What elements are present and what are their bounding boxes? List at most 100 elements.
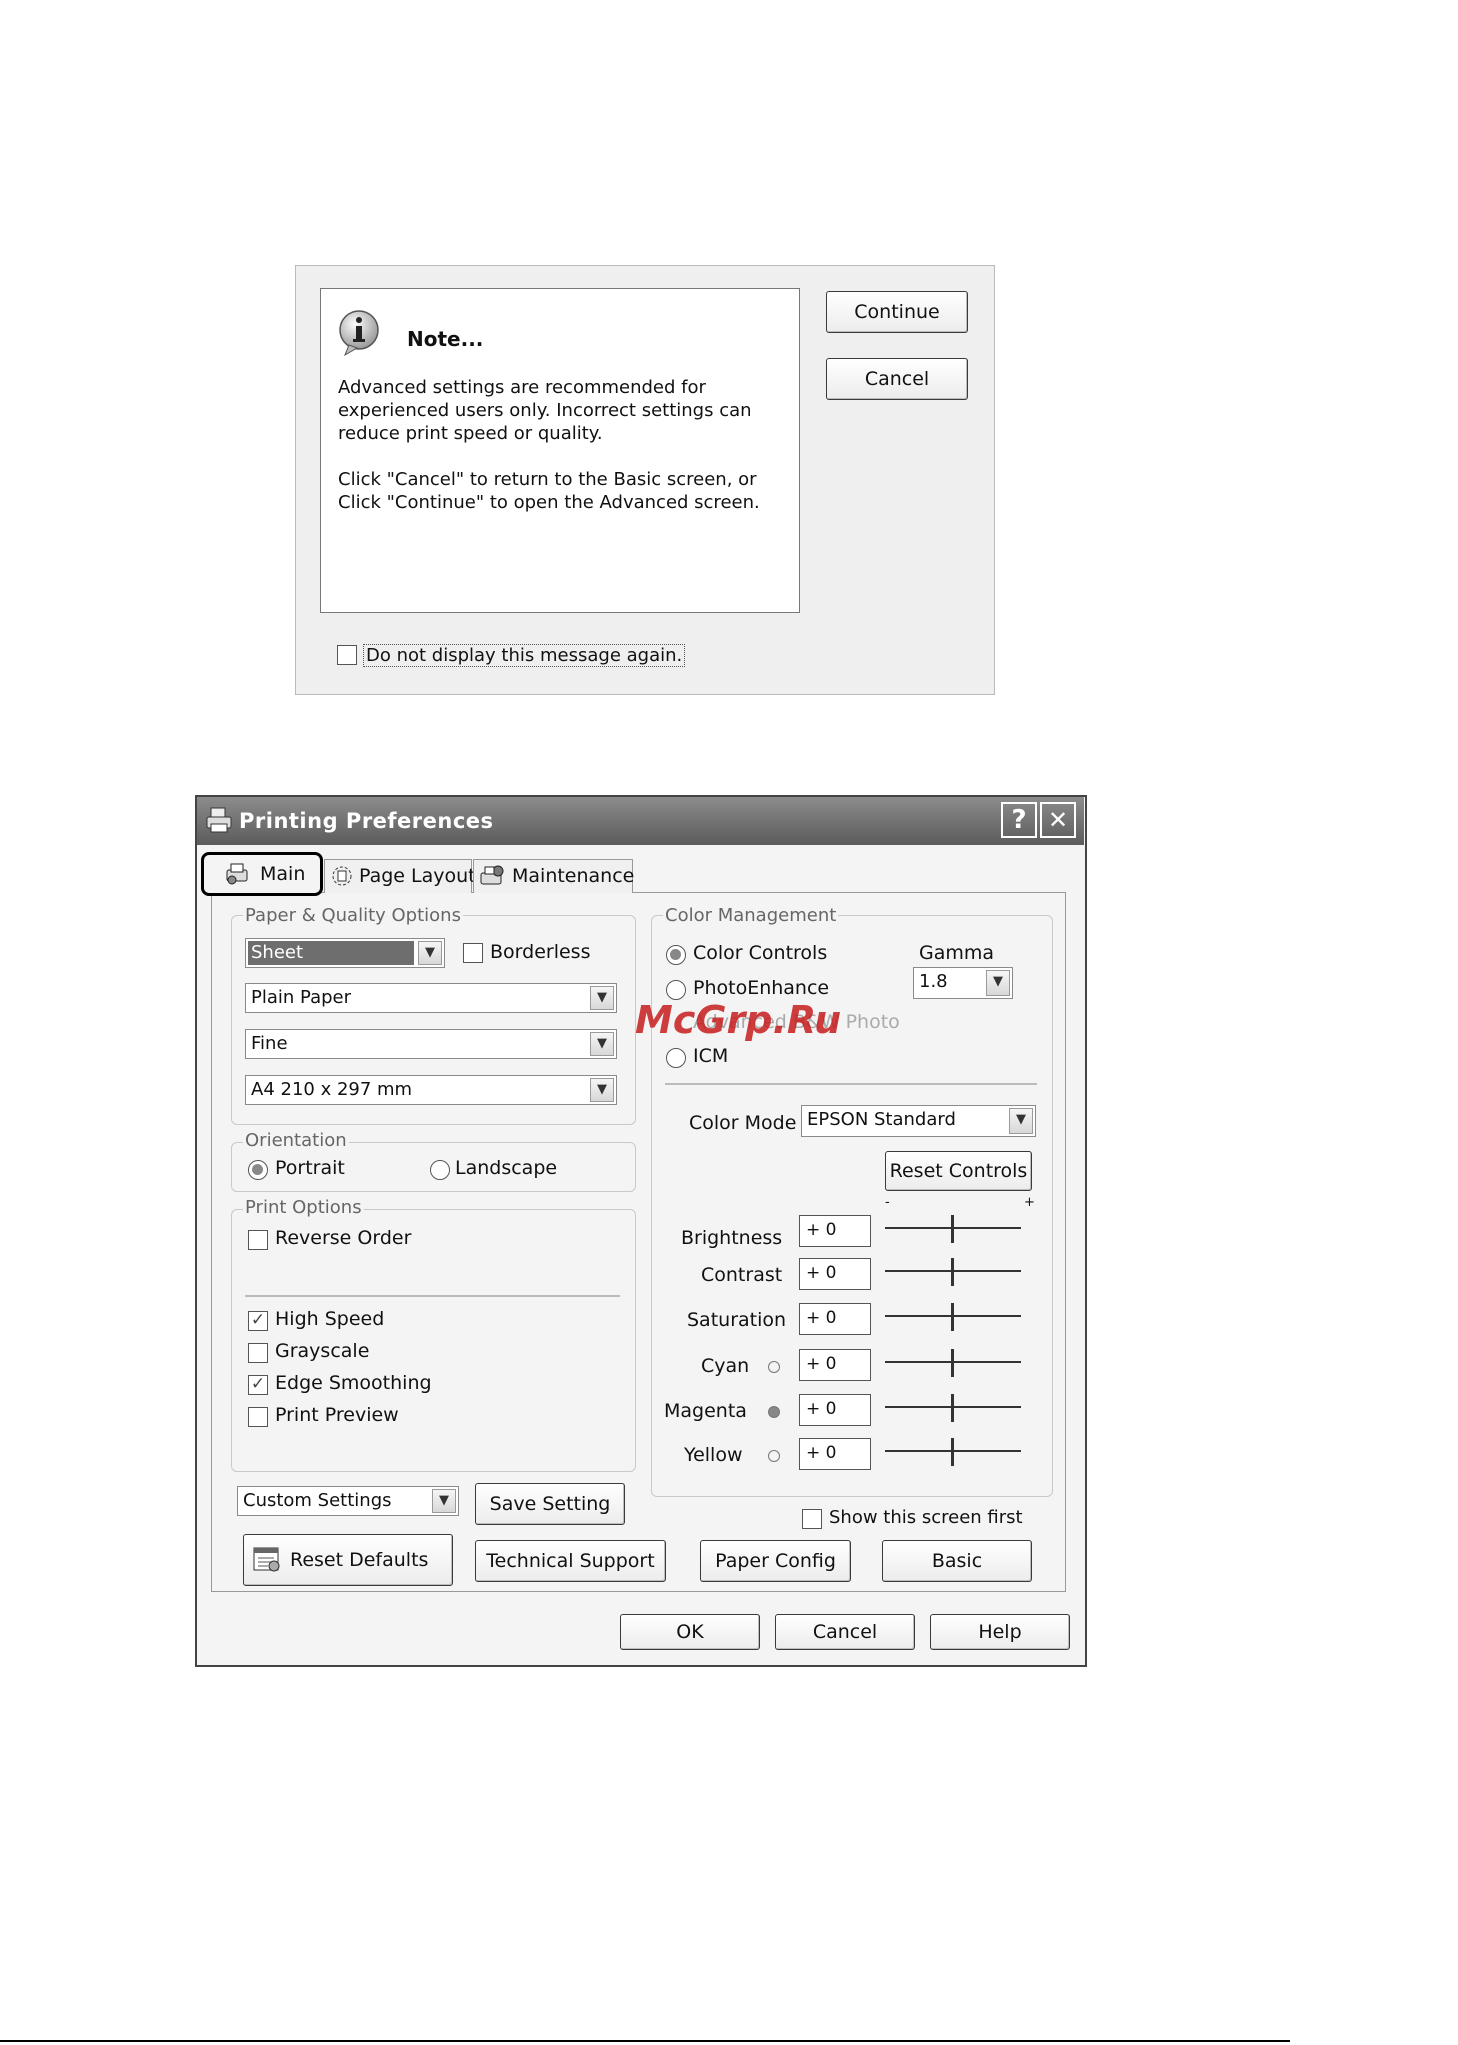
paper-quality-title: Paper & Quality Options (243, 905, 463, 926)
icm-label: ICM (693, 1045, 729, 1067)
yellow-label: Yellow (684, 1444, 743, 1466)
portrait-label: Portrait (275, 1157, 345, 1179)
portrait-radio[interactable] (248, 1160, 268, 1180)
chevron-down-icon: ▼ (590, 986, 614, 1010)
cancel-button[interactable]: Cancel (826, 358, 968, 400)
magenta-spin[interactable]: + 0 (799, 1394, 871, 1426)
color-mode-label: Color Mode (689, 1112, 797, 1134)
media-type-value: Plain Paper (251, 987, 351, 1008)
yellow-spin[interactable]: + 0 (799, 1438, 871, 1470)
dont-show-label[interactable]: Do not display this message again. (363, 644, 686, 667)
photo-enhance-radio[interactable] (666, 980, 686, 1000)
saturation-spin[interactable]: + 0 (799, 1303, 871, 1335)
dont-show-checkbox[interactable] (337, 645, 357, 665)
close-title-button[interactable]: ✕ (1040, 802, 1076, 838)
cyan-label: Cyan (701, 1355, 750, 1377)
print-options-divider (245, 1295, 620, 1297)
note-title: Note... (407, 327, 484, 351)
reset-defaults-button[interactable]: Reset Defaults (243, 1534, 453, 1586)
printer-icon (205, 806, 233, 838)
chevron-down-icon: ▼ (590, 1032, 614, 1056)
save-setting-button[interactable]: Save Setting (475, 1483, 625, 1525)
reset-defaults-label: Reset Defaults (290, 1549, 429, 1571)
yellow-slider-thumb[interactable] (951, 1438, 954, 1466)
magenta-label: Magenta (664, 1400, 747, 1422)
print-quality-combo[interactable]: Fine ▼ (245, 1029, 617, 1059)
high-speed-checkbox[interactable]: ✓ (248, 1311, 268, 1331)
color-mode-combo[interactable]: EPSON Standard ▼ (801, 1105, 1036, 1137)
print-preview-checkbox[interactable] (248, 1407, 268, 1427)
help-button[interactable]: Help (930, 1614, 1070, 1650)
saturation-label: Saturation (687, 1309, 787, 1331)
basic-button[interactable]: Basic (882, 1540, 1032, 1582)
cyan-spin[interactable]: + 0 (799, 1349, 871, 1381)
grayscale-checkbox[interactable] (248, 1343, 268, 1363)
paper-source-combo[interactable]: Sheet ▼ (245, 938, 445, 968)
custom-settings-combo[interactable]: Custom Settings ▼ (237, 1486, 459, 1516)
tab-main[interactable]: Main (201, 852, 323, 896)
show-first-checkbox[interactable] (802, 1509, 822, 1529)
note-body-line-4: Click "Cancel" to return to the Basic sc… (338, 469, 757, 490)
continue-button[interactable]: Continue (826, 291, 968, 333)
high-speed-label: High Speed (275, 1308, 385, 1330)
magenta-indicator-icon (768, 1406, 780, 1418)
cancel-dialog-button[interactable]: Cancel (775, 1614, 915, 1650)
photo-enhance-label: PhotoEnhance (693, 977, 830, 999)
edge-smoothing-label: Edge Smoothing (275, 1372, 432, 1394)
technical-support-button[interactable]: Technical Support (475, 1540, 666, 1582)
magenta-slider-thumb[interactable] (951, 1394, 954, 1422)
window-title: Printing Preferences (239, 809, 494, 833)
icm-radio[interactable] (666, 1048, 686, 1068)
color-controls-radio[interactable] (666, 945, 686, 965)
cyan-indicator-icon (768, 1361, 780, 1373)
tab-maintenance-label: Maintenance (512, 865, 635, 887)
paper-config-button[interactable]: Paper Config (700, 1540, 851, 1582)
tab-page-layout[interactable]: Page Layout (324, 859, 476, 893)
note-body-line-5: Click "Continue" to open the Advanced sc… (338, 492, 760, 513)
tab-page-layout-label: Page Layout (359, 865, 476, 887)
reset-controls-button[interactable]: Reset Controls (885, 1151, 1032, 1191)
print-quality-value: Fine (251, 1033, 288, 1054)
brightness-label: Brightness (681, 1227, 783, 1249)
color-management-title: Color Management (663, 905, 839, 926)
contrast-spin[interactable]: + 0 (799, 1258, 871, 1290)
chevron-down-icon: ▼ (986, 970, 1010, 996)
color-controls-label: Color Controls (693, 942, 828, 964)
help-title-button[interactable]: ? (1001, 802, 1037, 838)
chevron-down-icon: ▼ (418, 941, 442, 965)
page-layout-tab-icon (329, 863, 355, 893)
landscape-radio[interactable] (430, 1160, 450, 1180)
slider-row: Cyan + 0 (651, 1349, 1051, 1393)
note-body-line-1: Advanced settings are recommended for (338, 377, 706, 398)
color-management-divider (665, 1083, 1037, 1085)
color-mode-value: EPSON Standard (807, 1109, 956, 1130)
note-message-panel: Note... Advanced settings are recommende… (320, 288, 800, 613)
cyan-slider-thumb[interactable] (951, 1349, 954, 1377)
borderless-label: Borderless (490, 941, 591, 963)
reverse-order-label: Reverse Order (275, 1227, 412, 1249)
slider-row: Yellow + 0 (651, 1438, 1051, 1482)
saturation-slider-thumb[interactable] (951, 1303, 954, 1331)
edge-smoothing-checkbox[interactable]: ✓ (248, 1375, 268, 1395)
maintenance-tab-icon (478, 863, 506, 893)
paper-size-combo[interactable]: A4 210 x 297 mm ▼ (245, 1075, 617, 1105)
brightness-spin[interactable]: + 0 (799, 1215, 871, 1247)
ok-button[interactable]: OK (620, 1614, 760, 1650)
contrast-label: Contrast (701, 1264, 783, 1286)
reset-defaults-icon (252, 1546, 282, 1574)
slider-row: Saturation + 0 (651, 1303, 1051, 1347)
media-type-combo[interactable]: Plain Paper ▼ (245, 983, 617, 1013)
borderless-checkbox[interactable] (463, 943, 483, 963)
contrast-slider-thumb[interactable] (951, 1258, 954, 1286)
tab-maintenance[interactable]: Maintenance (473, 859, 635, 893)
brightness-slider-thumb[interactable] (951, 1215, 954, 1243)
show-first-label: Show this screen first (829, 1507, 1023, 1528)
slider-row: Contrast + 0 (651, 1258, 1051, 1302)
chevron-down-icon: ▼ (432, 1489, 456, 1513)
paper-source-value: Sheet (251, 942, 304, 963)
reverse-order-checkbox[interactable] (248, 1230, 268, 1250)
gamma-combo[interactable]: 1.8 ▼ (913, 967, 1013, 999)
slider-row: Brightness + 0 (651, 1215, 1051, 1259)
yellow-indicator-icon (768, 1450, 780, 1462)
custom-settings-value: Custom Settings (243, 1490, 392, 1511)
